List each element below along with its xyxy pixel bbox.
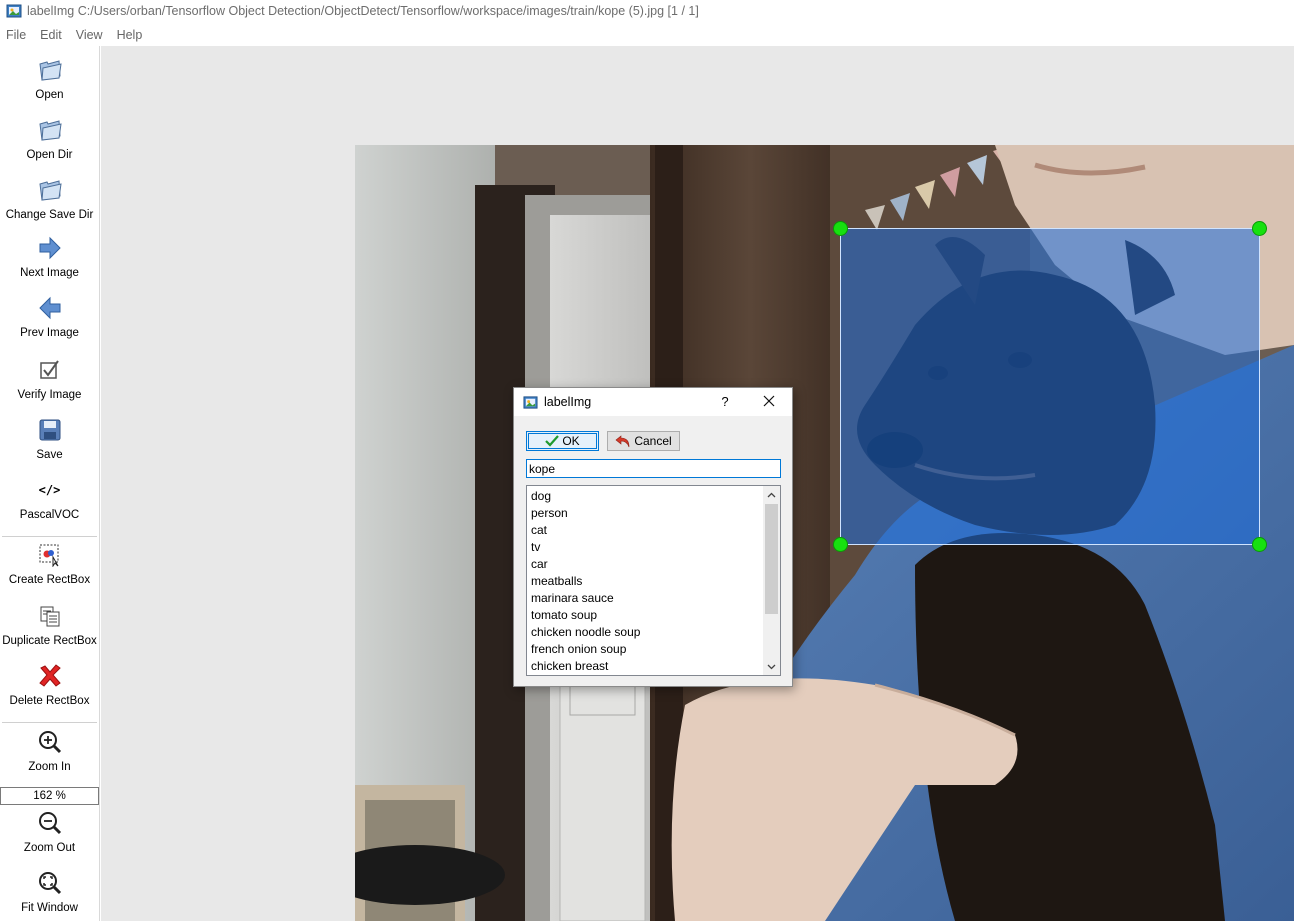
list-scrollbar[interactable] [763,486,780,675]
chevron-up-icon [767,492,776,497]
folder-open-icon [36,116,64,144]
code-icon-text: </> [38,483,61,497]
create-rectbox-icon [36,541,64,569]
open-dir-label: Open Dir [26,149,73,161]
scroll-down-button[interactable] [763,658,780,675]
checkbox-checked-icon [36,356,64,384]
bbox-handle-bottom-right[interactable] [1252,537,1267,552]
undo-arrow-icon [615,435,630,448]
cancel-button[interactable]: Cancel [607,431,680,451]
dialog-title: labelImg [544,395,592,409]
bbox-handle-top-left[interactable] [833,221,848,236]
open-label: Open [35,89,64,101]
prev-image-button[interactable]: Prev Image [0,294,99,339]
bbox-handle-top-right[interactable] [1252,221,1267,236]
open-button[interactable]: Open [0,56,99,101]
label-list[interactable]: dog person cat tv car meatballs marinara… [526,485,781,676]
app-icon [6,4,22,18]
duplicate-rectbox-button[interactable]: Duplicate RectBox [0,602,99,647]
menu-file[interactable]: File [0,28,33,42]
format-pascalvoc-button[interactable]: </> PascalVOC [0,476,99,521]
zoom-out-button[interactable]: Zoom Out [0,809,99,854]
verify-image-button[interactable]: Verify Image [0,356,99,401]
menu-edit[interactable]: Edit [33,28,69,42]
duplicate-rectbox-label: Duplicate RectBox [2,635,97,647]
zoom-level-field[interactable]: 162 % [0,787,99,805]
label-dialog: labelImg ? OK Cancel dog person cat tv c… [513,387,793,687]
code-icon: </> [36,476,64,504]
scroll-up-button[interactable] [763,486,780,503]
window-title: labelImg C:/Users/orban/Tensorflow Objec… [27,4,699,18]
scroll-thumb[interactable] [765,504,778,614]
window-titlebar: labelImg C:/Users/orban/Tensorflow Objec… [0,0,1294,22]
verify-image-label: Verify Image [17,389,82,401]
format-label: PascalVOC [19,509,80,521]
left-toolbar: Open Open Dir Change Save Dir Next Image [0,46,100,921]
fit-window-icon [36,869,64,897]
help-button[interactable]: ? [715,394,735,409]
floppy-disk-icon [36,416,64,444]
menu-bar: File Edit View Help [0,24,1294,46]
menu-help[interactable]: Help [110,28,150,42]
create-rectbox-button[interactable]: Create RectBox [0,541,99,586]
toolbar-separator [2,722,97,723]
list-item[interactable]: chicken noodle soup [527,624,763,641]
save-label: Save [36,449,63,461]
fit-window-button[interactable]: Fit Window [0,869,99,914]
fit-window-label: Fit Window [21,902,78,914]
zoom-in-label: Zoom In [28,761,71,773]
next-image-label: Next Image [20,267,79,279]
save-button[interactable]: Save [0,416,99,461]
list-item[interactable]: tomato soup [527,607,763,624]
list-item[interactable]: chicken breast [527,658,763,675]
close-icon[interactable] [760,394,778,410]
delete-x-icon [36,662,64,690]
open-dir-button[interactable]: Open Dir [0,116,99,161]
next-image-button[interactable]: Next Image [0,234,99,279]
label-input[interactable] [526,459,781,478]
list-item[interactable]: tv [527,539,763,556]
app-icon [523,395,538,409]
ok-label: OK [562,434,580,448]
change-save-dir-button[interactable]: Change Save Dir [0,176,99,221]
bounding-box[interactable] [833,221,1267,552]
list-item[interactable]: dog [527,488,763,505]
toolbar-separator [2,536,97,537]
prev-image-label: Prev Image [20,327,79,339]
folder-open-icon [36,56,64,84]
label-list-items: dog person cat tv car meatballs marinara… [527,488,763,675]
bbox-handle-bottom-left[interactable] [833,537,848,552]
change-save-dir-label: Change Save Dir [5,209,94,221]
list-item[interactable]: car [527,556,763,573]
list-item[interactable]: marinara sauce [527,590,763,607]
checkmark-icon [545,435,560,447]
ok-button[interactable]: OK [526,431,599,451]
photo [355,145,1294,921]
delete-rectbox-button[interactable]: Delete RectBox [0,662,99,707]
zoom-in-button[interactable]: Zoom In [0,728,99,773]
list-item[interactable]: person [527,505,763,522]
folder-open-icon [36,176,64,204]
copy-icon [36,602,64,630]
zoom-out-icon [36,809,64,837]
arrow-right-icon [36,234,64,262]
list-item[interactable]: french onion soup [527,641,763,658]
zoom-in-icon [36,728,64,756]
create-rectbox-label: Create RectBox [8,574,91,586]
list-item[interactable]: meatballs [527,573,763,590]
delete-rectbox-label: Delete RectBox [9,695,90,707]
list-item[interactable]: cat [527,522,763,539]
chevron-down-icon [767,664,776,669]
zoom-out-label: Zoom Out [23,842,76,854]
cancel-label: Cancel [634,434,672,448]
menu-view[interactable]: View [69,28,110,42]
dialog-titlebar: labelImg ? [514,388,792,416]
arrow-left-icon [36,294,64,322]
